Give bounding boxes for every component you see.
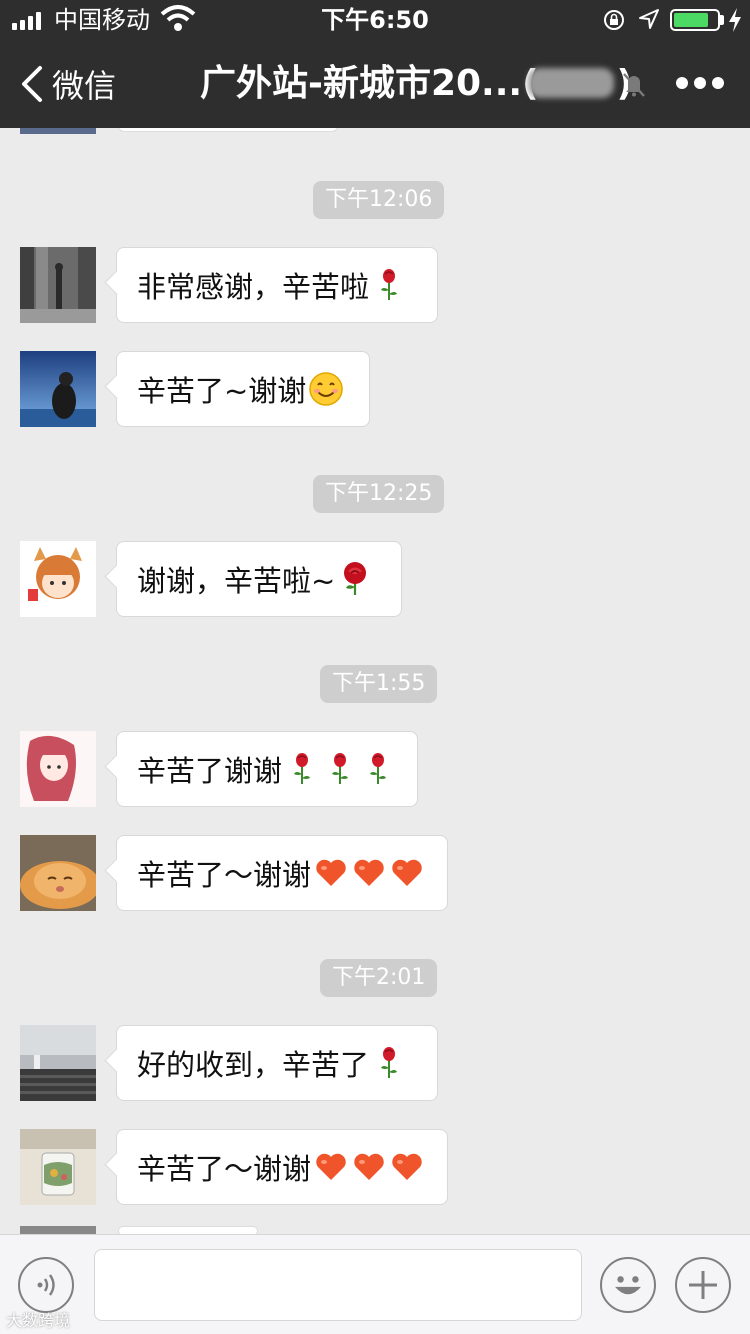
message-bubble[interactable]: 谢谢，辛苦啦~ xyxy=(116,541,402,617)
heart-icon xyxy=(313,855,349,891)
red-rose-icon xyxy=(337,561,373,597)
message-bubble[interactable]: 好的收到，辛苦了 xyxy=(116,1025,438,1101)
message-bubble[interactable]: 辛苦了～谢谢 xyxy=(116,835,448,911)
input-bar: 大数跨境 xyxy=(0,1234,750,1334)
voice-icon xyxy=(37,1274,55,1296)
avatar[interactable] xyxy=(20,128,96,134)
message-bubble[interactable]: 辛苦了~谢谢 xyxy=(116,351,370,427)
avatar[interactable] xyxy=(20,351,96,427)
heart-icon xyxy=(389,855,425,891)
more-button[interactable] xyxy=(676,68,726,98)
mute-bell-icon xyxy=(623,73,645,97)
dot xyxy=(712,77,724,89)
message-bubble[interactable]: 辛苦了谢谢 xyxy=(116,731,418,807)
message-bubble[interactable] xyxy=(118,128,338,132)
battery-icon xyxy=(670,9,720,31)
nav-bar: 微信 广外站-新城市20...() xyxy=(0,40,750,128)
dot xyxy=(694,77,706,89)
watermark: 大数跨境 xyxy=(6,1311,71,1330)
back-button[interactable]: 微信 xyxy=(18,60,116,108)
avatar[interactable] xyxy=(20,731,96,807)
avatar[interactable] xyxy=(20,1226,96,1234)
voice-button[interactable] xyxy=(18,1257,74,1313)
rose-icon xyxy=(371,1045,407,1081)
timestamp: 下午1:55 xyxy=(320,665,438,703)
rotation-lock-icon xyxy=(604,10,624,30)
rose-icon xyxy=(322,751,358,787)
back-label: 微信 xyxy=(52,67,117,105)
heart-icon xyxy=(313,1149,349,1185)
location-icon xyxy=(639,9,659,29)
timestamp: 下午12:25 xyxy=(313,475,445,513)
plus-button[interactable] xyxy=(675,1257,731,1313)
message-text: 非常感谢，辛苦啦 xyxy=(137,270,370,304)
chat-area[interactable]: 下午12:06 非常感谢，辛苦啦 辛苦了~谢谢 下午12:25 谢谢，辛苦啦~ … xyxy=(0,128,750,1234)
rose-icon xyxy=(284,751,320,787)
dot xyxy=(676,77,688,89)
emoji-button[interactable] xyxy=(600,1257,656,1313)
avatar[interactable] xyxy=(20,541,96,617)
rose-icon xyxy=(360,751,396,787)
message-text: 辛苦了~谢谢 xyxy=(137,374,307,408)
smiley-icon xyxy=(615,1276,641,1295)
rose-icon xyxy=(371,267,407,303)
heart-icon xyxy=(351,1149,387,1185)
message-bubble[interactable] xyxy=(118,1226,258,1234)
heart-icon xyxy=(351,855,387,891)
timestamp: 下午12:06 xyxy=(313,181,445,219)
charging-icon xyxy=(729,8,741,32)
message-text: 辛苦了～谢谢 xyxy=(137,1152,312,1186)
smile-icon xyxy=(308,371,344,407)
avatar[interactable] xyxy=(20,247,96,323)
avatar[interactable] xyxy=(20,1025,96,1101)
plus-icon xyxy=(689,1271,717,1299)
message-text: 谢谢，辛苦啦~ xyxy=(137,564,336,598)
message-bubble[interactable]: 非常感谢，辛苦啦 xyxy=(116,247,438,323)
message-text: 辛苦了谢谢 xyxy=(137,754,283,788)
message-input[interactable] xyxy=(94,1249,582,1321)
avatar[interactable] xyxy=(20,835,96,911)
timestamp: 下午2:01 xyxy=(320,959,438,997)
message-text: 辛苦了～谢谢 xyxy=(137,858,312,892)
top-bar: 中国移动 下午6:50 微信 广外站-新城市20...() xyxy=(0,0,750,128)
message-bubble[interactable]: 辛苦了～谢谢 xyxy=(116,1129,448,1205)
battery-tip xyxy=(720,15,724,25)
chat-title-text: 广外站-新城市20...( xyxy=(200,63,539,104)
redacted-count xyxy=(528,68,614,98)
heart-icon xyxy=(389,1149,425,1185)
chevron-left-icon xyxy=(22,66,42,102)
message-text: 好的收到，辛苦了 xyxy=(137,1048,370,1082)
status-bar: 中国移动 下午6:50 xyxy=(0,0,750,40)
avatar[interactable] xyxy=(20,1129,96,1205)
